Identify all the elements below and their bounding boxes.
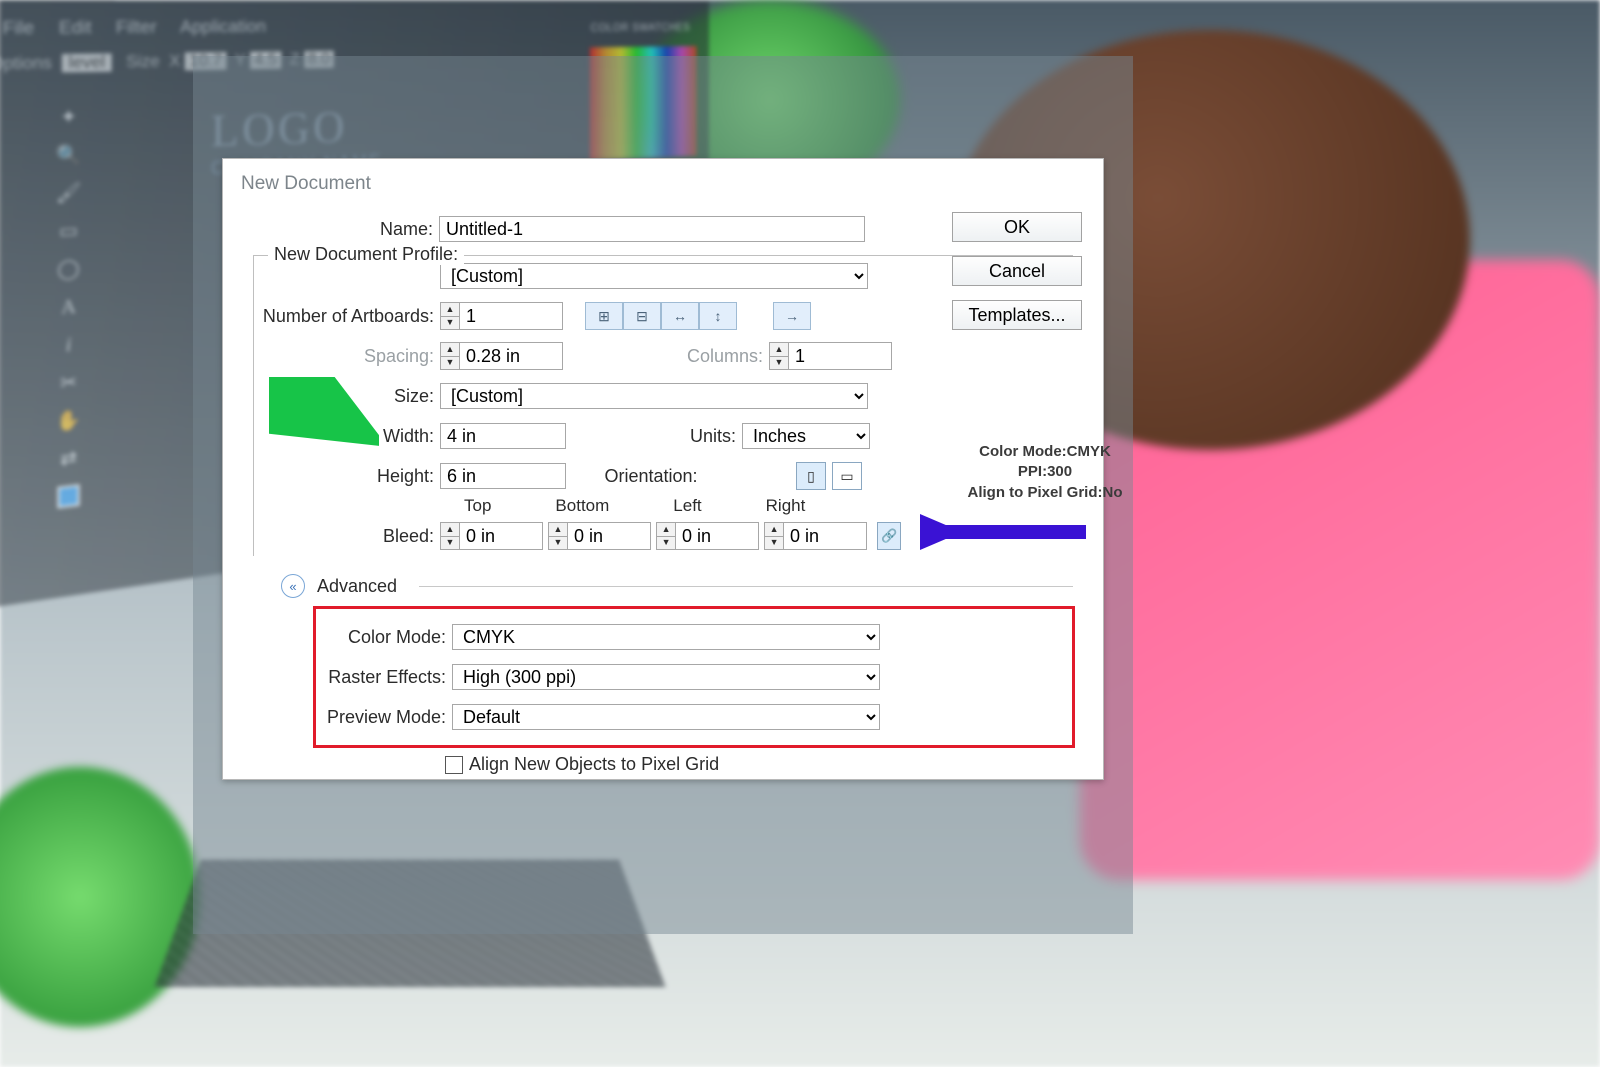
bleed-right-label: Right xyxy=(766,496,806,516)
col-icon[interactable]: ↕ xyxy=(699,302,737,330)
colormode-select[interactable]: CMYK xyxy=(452,624,880,650)
columns-stepper[interactable]: ▲▼ xyxy=(769,342,892,370)
preview-select[interactable]: Default xyxy=(452,704,880,730)
advanced-toggle-icon[interactable]: « xyxy=(281,574,305,598)
align-pixel-grid-label: Align New Objects to Pixel Grid xyxy=(469,754,719,775)
bleed-bottom-label: Bottom xyxy=(555,496,609,516)
left-toolbar: ✦ 🔍 🖌 ▭ ◯ A i ✂ ✋ ⇄ xyxy=(51,106,87,510)
orientation-portrait-icon[interactable]: ▯ xyxy=(796,462,826,490)
profile-label: New Document Profile: xyxy=(268,244,464,265)
width-input[interactable] xyxy=(440,423,566,449)
profile-select[interactable]: [Custom] xyxy=(440,263,868,289)
swatches-header: COLOR SWATCHES xyxy=(591,20,690,34)
info-icon: i xyxy=(66,333,72,356)
raster-label: Raster Effects: xyxy=(316,667,452,688)
templates-button[interactable]: Templates... xyxy=(952,300,1082,330)
dialog-title: New Document xyxy=(223,159,1103,205)
highlight-box: Color Mode: CMYK Raster Effects: High (3… xyxy=(313,606,1075,748)
preview-label: Preview Mode: xyxy=(316,707,452,728)
type-icon: A xyxy=(61,295,76,319)
bleed-left-stepper[interactable]: ▲▼ xyxy=(656,522,759,550)
align-pixel-grid-checkbox[interactable]: Align New Objects to Pixel Grid xyxy=(445,754,719,775)
direction-icon[interactable]: → xyxy=(773,302,811,330)
units-select[interactable]: Inches xyxy=(742,423,870,449)
bleed-bottom-stepper[interactable]: ▲▼ xyxy=(548,522,651,550)
grid-by-row-icon[interactable]: ⊞ xyxy=(585,302,623,330)
units-label: Units: xyxy=(566,426,742,447)
bleed-top-stepper[interactable]: ▲▼ xyxy=(440,522,543,550)
ok-button[interactable]: OK xyxy=(952,212,1082,242)
orientation-label: Orientation: xyxy=(566,466,742,487)
menu-file[interactable]: File xyxy=(3,17,34,59)
name-label: Name: xyxy=(253,219,439,240)
swap-icon: ⇄ xyxy=(60,447,77,472)
bleed-right-stepper[interactable]: ▲▼ xyxy=(764,522,867,550)
menu-edit[interactable]: Edit xyxy=(59,17,92,58)
height-input[interactable] xyxy=(440,463,566,489)
raster-select[interactable]: High (300 ppi) xyxy=(452,664,880,690)
name-input[interactable] xyxy=(439,216,865,242)
menu-filter[interactable]: Filter xyxy=(116,17,157,58)
ellipse-icon: ◯ xyxy=(57,257,80,281)
bleed-top-label: Top xyxy=(464,496,491,516)
colormode-label: Color Mode: xyxy=(316,627,452,648)
row-icon[interactable]: ↔ xyxy=(661,302,699,330)
grid-by-col-icon[interactable]: ⊟ xyxy=(623,302,661,330)
size-label: Size: xyxy=(254,386,440,407)
crop-icon: ✂ xyxy=(60,371,77,395)
spacing-stepper[interactable]: ▲▼ xyxy=(440,342,563,370)
columns-label: Columns: xyxy=(563,346,769,367)
artboard-arrangement-icons: ⊞ ⊟ ↔ ↕ → xyxy=(585,302,811,330)
bleed-link-icon[interactable]: 🔗 xyxy=(877,522,901,550)
orientation-landscape-icon[interactable]: ▭ xyxy=(832,462,862,490)
hand-icon: ✋ xyxy=(56,408,81,433)
bleed-left-label: Left xyxy=(673,496,701,516)
bleed-label: Bleed: xyxy=(254,526,440,547)
shape-icon: ▭ xyxy=(59,219,78,243)
artboards-stepper[interactable]: ▲▼ xyxy=(440,302,563,330)
move-tool-icon: ✦ xyxy=(60,106,77,129)
width-label: Width: xyxy=(254,426,440,447)
advanced-label: Advanced xyxy=(317,576,397,597)
checkbox-icon xyxy=(445,756,463,774)
magnify-icon: 🔍 xyxy=(56,143,81,167)
size-select[interactable]: [Custom] xyxy=(440,383,868,409)
brush-icon: 🖌 xyxy=(56,181,82,205)
cancel-button[interactable]: Cancel xyxy=(952,256,1082,286)
height-label: Height: xyxy=(254,466,440,487)
artboards-label: Number of Artboards: xyxy=(254,306,440,327)
document-info-readout: Color Mode:CMYK PPI:300 Align to Pixel G… xyxy=(950,442,1140,503)
spacing-label: Spacing: xyxy=(254,346,440,367)
